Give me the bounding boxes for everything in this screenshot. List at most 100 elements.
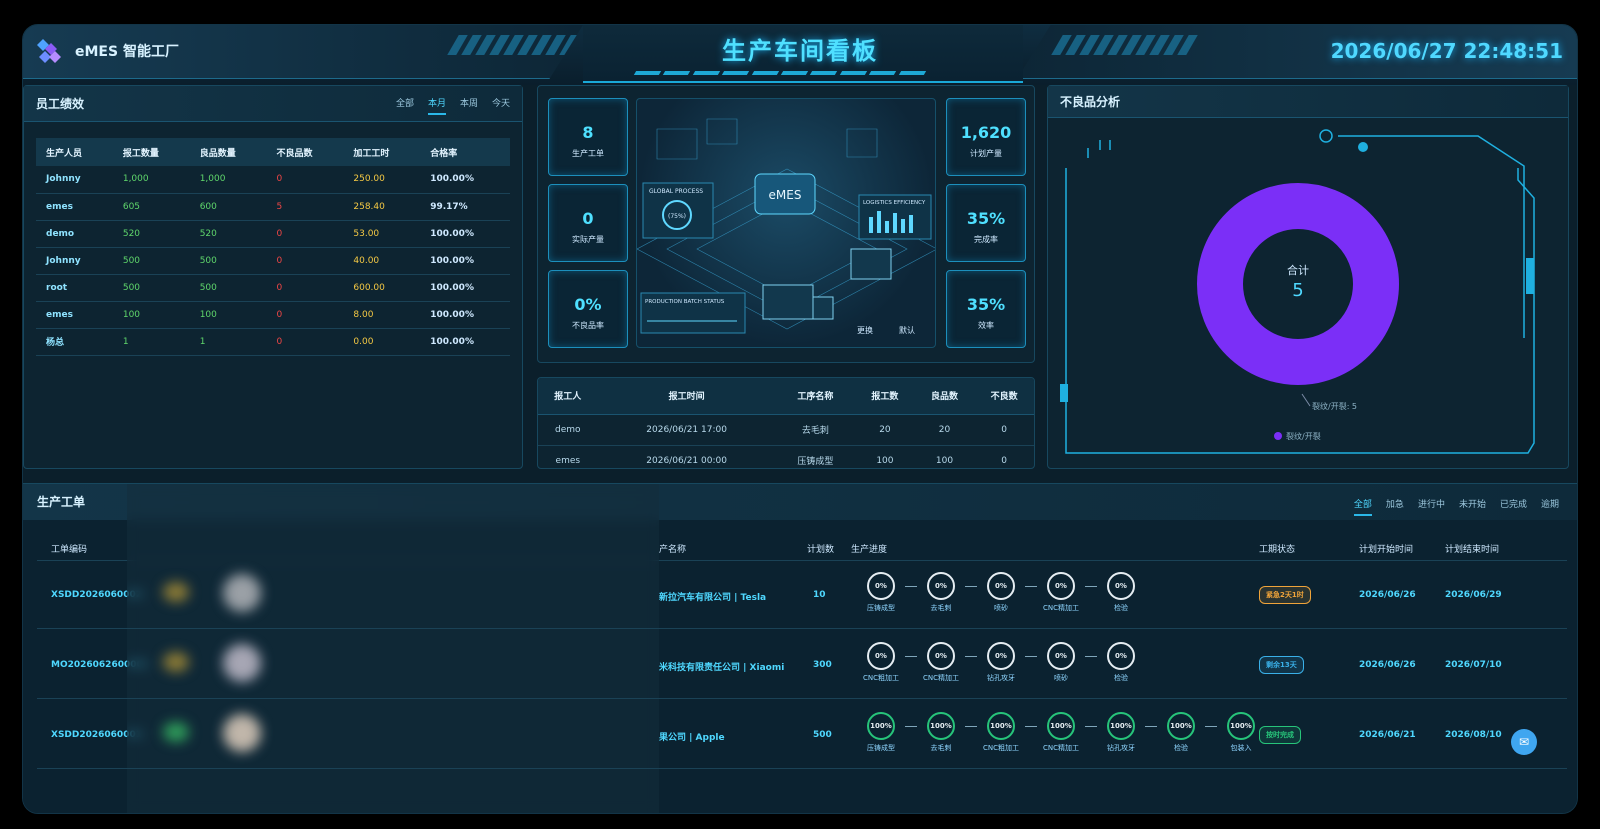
status-badge: 紧急2天1时 bbox=[1259, 586, 1311, 604]
col-product: 产名称 bbox=[659, 545, 687, 555]
progress-step: 0% 喷砂 bbox=[1031, 642, 1091, 683]
progress-step: 0% CNC精加工 bbox=[1031, 572, 1091, 613]
progress-step: 100% 压铸成型 bbox=[851, 712, 911, 753]
step-label: 去毛刺 bbox=[930, 604, 952, 612]
employee-performance-panel: 员工绩效 全部 本月 本周 今天 生产人员 报工数量 良品数量 不良品数 加工工… bbox=[23, 85, 523, 469]
step-label: CNC粗加工 bbox=[982, 744, 1019, 752]
col-order-code: 工单编码 bbox=[51, 545, 88, 555]
step-label: CNC精加工 bbox=[922, 674, 959, 682]
plan-start-date: 2026/06/26 bbox=[1359, 590, 1416, 600]
progress-step: 100% CNC粗加工 bbox=[971, 712, 1031, 753]
tab-not-started[interactable]: 未开始 bbox=[1459, 497, 1486, 516]
tab-week[interactable]: 本周 bbox=[460, 96, 478, 115]
progress-step: 0% 钻孔攻牙 bbox=[971, 642, 1031, 683]
employee-tabs: 全部 本月 本周 今天 bbox=[396, 96, 510, 115]
step-percent: 0% bbox=[1047, 572, 1075, 600]
step-percent: 100% bbox=[1227, 712, 1255, 740]
header: eMES 智能工厂 生产车间看板 2026/06/27 22:48:51 bbox=[23, 25, 1577, 85]
plan-start-date: 2026/06/26 bbox=[1359, 660, 1416, 670]
step-percent: 100% bbox=[987, 712, 1015, 740]
step-percent: 0% bbox=[927, 642, 955, 670]
tab-completed[interactable]: 已完成 bbox=[1500, 497, 1527, 516]
step-label: 压铸成型 bbox=[867, 604, 895, 612]
step-label: 包装入 bbox=[1230, 744, 1252, 752]
step-label: CNC精加工 bbox=[1042, 604, 1079, 612]
customer-name: 果公司 | Apple bbox=[659, 733, 725, 743]
svg-text:eMES: eMES bbox=[769, 188, 802, 202]
progress-step: 0% CNC精加工 bbox=[911, 642, 971, 683]
kpi-defect-rate: 0% 不良品率 bbox=[548, 270, 628, 348]
status-badge: 按时完成 bbox=[1259, 726, 1301, 744]
col-reported: 报工数量 bbox=[112, 138, 190, 166]
plan-start-date: 2026/06/21 bbox=[1359, 730, 1416, 740]
col-pass-rate: 合格率 bbox=[420, 138, 510, 166]
col-good: 良品数量 bbox=[189, 138, 267, 166]
step-percent: 0% bbox=[1047, 642, 1075, 670]
customer-name: 米科技有限责任公司 | Xiaomi bbox=[659, 663, 785, 673]
col-planned-qty: 计划数 bbox=[807, 545, 835, 555]
step-label: 检验 bbox=[1114, 674, 1128, 682]
table-header-row: 生产人员 报工数量 良品数量 不良品数 加工工时 合格率 bbox=[36, 138, 510, 166]
legend-swatch bbox=[1274, 432, 1282, 440]
table-row: Johnny 500 500 0 40.00 100.00% bbox=[36, 247, 510, 275]
dashboard-frame: eMES 智能工厂 生产车间看板 2026/06/27 22:48:51 员工绩… bbox=[22, 24, 1578, 814]
col-hours: 加工工时 bbox=[343, 138, 421, 166]
planned-qty: 10 bbox=[813, 590, 826, 600]
donut-total-value: 5 bbox=[1292, 280, 1303, 301]
step-percent: 100% bbox=[927, 712, 955, 740]
planned-qty: 500 bbox=[813, 730, 832, 740]
tab-urgent[interactable]: 加急 bbox=[1386, 497, 1404, 516]
kpi-planned-output: 1,620 计划产量 bbox=[946, 98, 1026, 176]
kpi-efficiency: 35% 效率 bbox=[946, 270, 1026, 348]
table-row: 杨总 1 1 0 0.00 100.00% bbox=[36, 328, 510, 356]
default-image-button[interactable]: 默认 bbox=[899, 325, 915, 335]
step-label: 检验 bbox=[1174, 744, 1188, 752]
step-label: 喷砂 bbox=[1054, 674, 1068, 682]
step-percent: 100% bbox=[1047, 712, 1075, 740]
progress-step: 0% 压铸成型 bbox=[851, 572, 911, 613]
svg-text:(75%): (75%) bbox=[668, 213, 686, 220]
step-percent: 100% bbox=[867, 712, 895, 740]
progress-step: 0% 检验 bbox=[1091, 642, 1151, 683]
step-label: CNC精加工 bbox=[1042, 744, 1079, 752]
change-image-button[interactable]: 更换 bbox=[857, 325, 873, 335]
tab-today[interactable]: 今天 bbox=[492, 96, 510, 115]
panel-title: 不良品分析 bbox=[1048, 86, 1568, 118]
slice-label: 裂纹/开裂: 5 bbox=[1312, 401, 1357, 411]
step-label: CNC粗加工 bbox=[862, 674, 899, 682]
step-label: 去毛刺 bbox=[930, 744, 952, 752]
step-label: 压铸成型 bbox=[867, 744, 895, 752]
tab-month[interactable]: 本月 bbox=[427, 96, 446, 115]
col-start: 计划开始时间 bbox=[1359, 545, 1414, 555]
col-end: 计划结束时间 bbox=[1445, 545, 1500, 555]
plan-end-date: 2026/06/29 bbox=[1445, 590, 1502, 600]
step-label: 钻孔攻牙 bbox=[1107, 744, 1135, 752]
tab-all[interactable]: 全部 bbox=[396, 96, 414, 115]
kpi-work-orders: 8 生产工单 bbox=[548, 98, 628, 176]
datetime-display: 2026/06/27 22:48:51 bbox=[1330, 39, 1563, 63]
chat-icon[interactable]: ✉ bbox=[1511, 729, 1537, 755]
step-percent: 0% bbox=[867, 642, 895, 670]
step-percent: 0% bbox=[1107, 572, 1135, 600]
tab-all[interactable]: 全部 bbox=[1353, 497, 1372, 516]
donut-total-label: 合计 bbox=[1287, 263, 1309, 277]
tab-overdue[interactable]: 逾期 bbox=[1541, 497, 1559, 516]
plan-end-date: 2026/07/10 bbox=[1445, 660, 1502, 670]
customer-name: 新拉汽车有限公司 | Tesla bbox=[659, 593, 767, 603]
kpi-completion-rate: 35% 完成率 bbox=[946, 184, 1026, 262]
step-percent: 0% bbox=[987, 572, 1015, 600]
progress-step: 0% 检验 bbox=[1091, 572, 1151, 613]
step-percent: 0% bbox=[867, 572, 895, 600]
progress-step: 0% 喷砂 bbox=[971, 572, 1031, 613]
tab-in-progress[interactable]: 进行中 bbox=[1418, 497, 1445, 516]
legend-item[interactable]: 裂纹/开裂 bbox=[1286, 431, 1321, 441]
order-tabs: 全部 加急 进行中 未开始 已完成 逾期 bbox=[1353, 497, 1559, 516]
col-progress: 生产进度 bbox=[851, 545, 888, 555]
status-badge: 剩余13天 bbox=[1259, 656, 1304, 674]
work-report-panel: 报工人 报工时间 工序名称 报工数 良品数 不良数 demo 2026/06/21… bbox=[537, 377, 1035, 469]
svg-text:LOGISTICS EFFICIENCY: LOGISTICS EFFICIENCY bbox=[863, 200, 926, 206]
progress-step: 100% 检验 bbox=[1151, 712, 1211, 753]
progress-step: 100% CNC精加工 bbox=[1031, 712, 1091, 753]
factory-isometric-image: eMES GLOBAL PROCESS (75%) LOGISTICS EFFI… bbox=[637, 118, 935, 335]
defect-chart: 合计 5 裂纹/开裂: 5 裂纹/开裂 bbox=[1060, 129, 1535, 454]
